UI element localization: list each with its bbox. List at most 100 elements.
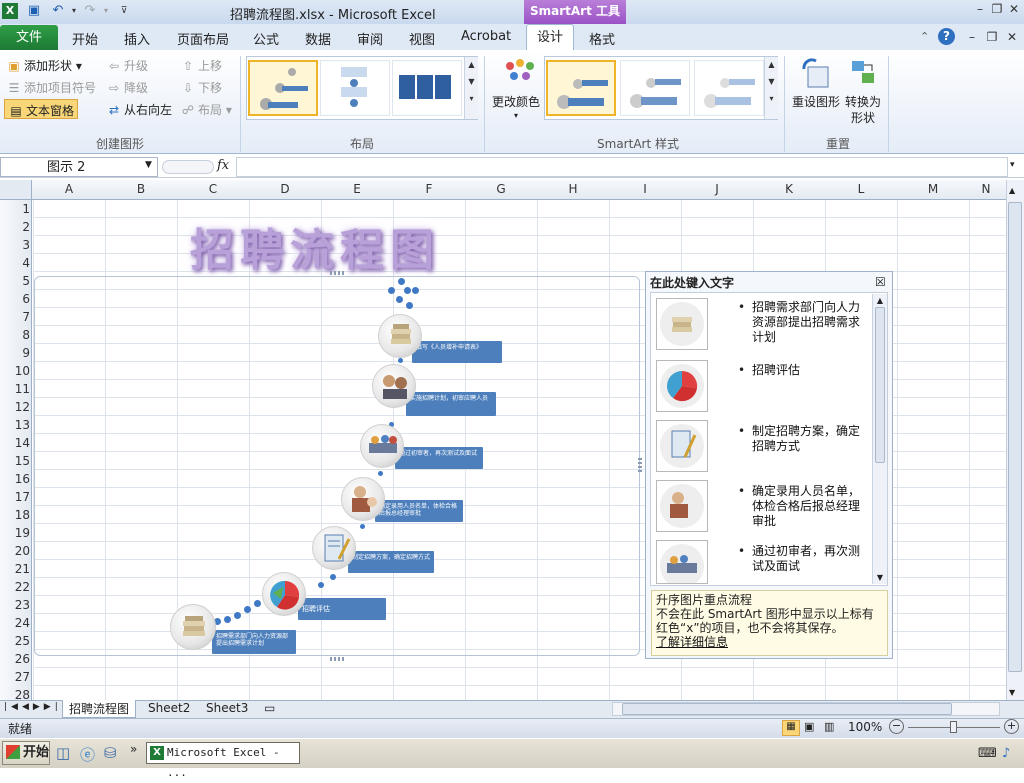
close-icon[interactable]: ✕ xyxy=(1006,2,1022,18)
normal-view-icon[interactable]: ▦ xyxy=(782,720,800,736)
smartart-step-picture[interactable] xyxy=(378,314,422,358)
column-header-l[interactable]: L xyxy=(825,182,897,196)
sheet-nav-arrows-icon[interactable]: |◀◀▶▶| xyxy=(4,702,62,712)
smartart-step-text[interactable]: 通过初审者，再次测试及面试 xyxy=(395,447,483,469)
row-header[interactable]: 18 xyxy=(0,508,30,522)
text-pane-thumbnail[interactable] xyxy=(656,360,708,412)
style-option-3[interactable] xyxy=(694,60,764,116)
select-all-corner[interactable] xyxy=(0,180,32,200)
expand-formula-bar-icon[interactable]: ▾ xyxy=(1010,160,1015,170)
row-header[interactable]: 19 xyxy=(0,526,30,540)
redo-icon[interactable]: ↷ xyxy=(82,3,98,19)
doc-minimize-icon[interactable]: – xyxy=(964,30,980,46)
tab-data[interactable]: 数据 xyxy=(305,29,331,48)
style-option-1[interactable] xyxy=(546,60,616,116)
row-header[interactable]: 15 xyxy=(0,454,30,468)
row-header[interactable]: 1 xyxy=(0,202,30,216)
style-option-2[interactable] xyxy=(620,60,690,116)
column-header-m[interactable]: M xyxy=(897,182,969,196)
row-header[interactable]: 22 xyxy=(0,580,30,594)
doc-close-icon[interactable]: ✕ xyxy=(1004,30,1020,46)
styles-gallery-scroll[interactable]: ▲ ▼ ▾ xyxy=(764,57,778,119)
text-pane-item[interactable]: 通过初审者，再次测试及面试 xyxy=(752,544,868,574)
smartart-step-text[interactable]: 招聘评估 xyxy=(298,598,386,620)
text-pane-item[interactable]: 招聘评估 xyxy=(752,363,868,378)
row-header[interactable]: 20 xyxy=(0,544,30,558)
column-header-d[interactable]: D xyxy=(249,182,321,196)
column-header-i[interactable]: I xyxy=(609,182,681,196)
text-pane-item[interactable]: 制定招聘方案，确定招聘方式 xyxy=(752,424,868,454)
wordart-title[interactable]: 招聘流程图 xyxy=(190,214,440,278)
row-header[interactable]: 23 xyxy=(0,598,30,612)
formula-input[interactable] xyxy=(236,157,1008,177)
row-header[interactable]: 17 xyxy=(0,490,30,504)
row-header[interactable]: 16 xyxy=(0,472,30,486)
smartart-step-picture[interactable] xyxy=(312,526,356,570)
name-box-dropdown-icon[interactable]: ▼ xyxy=(145,160,152,170)
row-header[interactable]: 13 xyxy=(0,418,30,432)
change-colors-button[interactable]: 更改颜色 xyxy=(492,93,540,110)
smartart-resize-handle[interactable] xyxy=(638,458,642,472)
zoom-level[interactable]: 100% xyxy=(848,720,882,734)
row-header[interactable]: 4 xyxy=(0,256,30,270)
zoom-slider-thumb[interactable] xyxy=(950,721,957,733)
row-header[interactable]: 14 xyxy=(0,436,30,450)
horizontal-scrollbar-thumb[interactable] xyxy=(622,703,952,715)
tab-view[interactable]: 视图 xyxy=(409,29,435,48)
smartart-step-text[interactable]: 确定录用人员名单，体检合格后报总经理审批 xyxy=(375,500,463,522)
tray-keyboard-icon[interactable]: ⌨ xyxy=(978,746,997,761)
tab-review[interactable]: 审阅 xyxy=(357,29,383,48)
text-pane-thumbnail[interactable] xyxy=(656,298,708,350)
name-box[interactable]: 图示 2 xyxy=(0,157,158,177)
page-break-view-icon[interactable]: ▥ xyxy=(824,720,834,733)
smartart-step-picture[interactable] xyxy=(360,424,404,468)
row-header[interactable]: 2 xyxy=(0,220,30,234)
layout-button[interactable]: ☍ 布局 ▾ xyxy=(180,101,232,118)
row-header[interactable]: 7 xyxy=(0,310,30,324)
column-header-c[interactable]: C xyxy=(177,182,249,196)
sheet-tab-active[interactable]: 招聘流程图 xyxy=(62,700,137,718)
restore-icon[interactable]: ❐ xyxy=(989,2,1005,18)
row-header[interactable]: 12 xyxy=(0,400,30,414)
tab-home[interactable]: 开始 xyxy=(72,29,98,48)
collapse-ribbon-icon[interactable]: ⌃ xyxy=(920,30,929,43)
learn-more-link[interactable]: 了解详细信息 xyxy=(656,635,883,649)
row-header[interactable]: 11 xyxy=(0,382,30,396)
move-up-button[interactable]: ⇧ 上移 xyxy=(180,57,222,74)
move-down-button[interactable]: ⇩ 下移 xyxy=(180,79,222,96)
sheet-tab[interactable]: Sheet2 xyxy=(148,701,190,715)
text-pane-scrollbar[interactable]: ▲ ▼ xyxy=(872,294,887,584)
text-pane-thumbnail[interactable] xyxy=(656,420,708,472)
layout-option-ascending-picture-accent[interactable] xyxy=(248,60,318,116)
scrollbar-thumb[interactable] xyxy=(1008,202,1022,672)
column-header-k[interactable]: K xyxy=(753,182,825,196)
column-header-h[interactable]: H xyxy=(537,182,609,196)
zoom-out-icon[interactable]: − xyxy=(889,719,904,734)
change-colors-dropdown-icon[interactable]: ▾ xyxy=(514,111,518,120)
row-header[interactable]: 9 xyxy=(0,346,30,360)
undo-dropdown-icon[interactable]: ▾ xyxy=(66,3,82,19)
column-header-j[interactable]: J xyxy=(681,182,753,196)
text-pane-thumbnail[interactable] xyxy=(656,480,708,532)
tab-design[interactable]: 设计 xyxy=(526,24,574,51)
minimize-icon[interactable]: – xyxy=(972,2,988,18)
row-header[interactable]: 27 xyxy=(0,670,30,684)
layout-option-2[interactable] xyxy=(320,60,390,116)
tray-volume-icon[interactable]: ♪ xyxy=(1002,746,1010,761)
promote-button[interactable]: ⇦ 升级 xyxy=(106,57,148,74)
smartart-resize-handle[interactable] xyxy=(330,271,344,275)
smartart-resize-handle[interactable] xyxy=(330,657,344,661)
layout-option-3[interactable] xyxy=(392,60,462,116)
tab-format[interactable]: 格式 xyxy=(589,29,615,48)
smartart-step-text[interactable]: 填写《人员增补申请表》 xyxy=(412,341,502,363)
tab-page-layout[interactable]: 页面布局 xyxy=(177,29,229,48)
tab-formulas[interactable]: 公式 xyxy=(253,29,279,48)
redo-dropdown-icon[interactable]: ▾ xyxy=(98,3,114,19)
row-header[interactable]: 26 xyxy=(0,652,30,666)
taskbar-excel-button[interactable]: Microsoft Excel - ... xyxy=(146,742,300,779)
insert-sheet-icon[interactable]: ▭ xyxy=(264,701,275,715)
smartart-step-picture[interactable] xyxy=(170,604,216,650)
row-header[interactable]: 10 xyxy=(0,364,30,378)
right-to-left-button[interactable]: ⇄ 从右向左 xyxy=(106,101,172,118)
smartart-step-picture[interactable] xyxy=(262,572,306,616)
